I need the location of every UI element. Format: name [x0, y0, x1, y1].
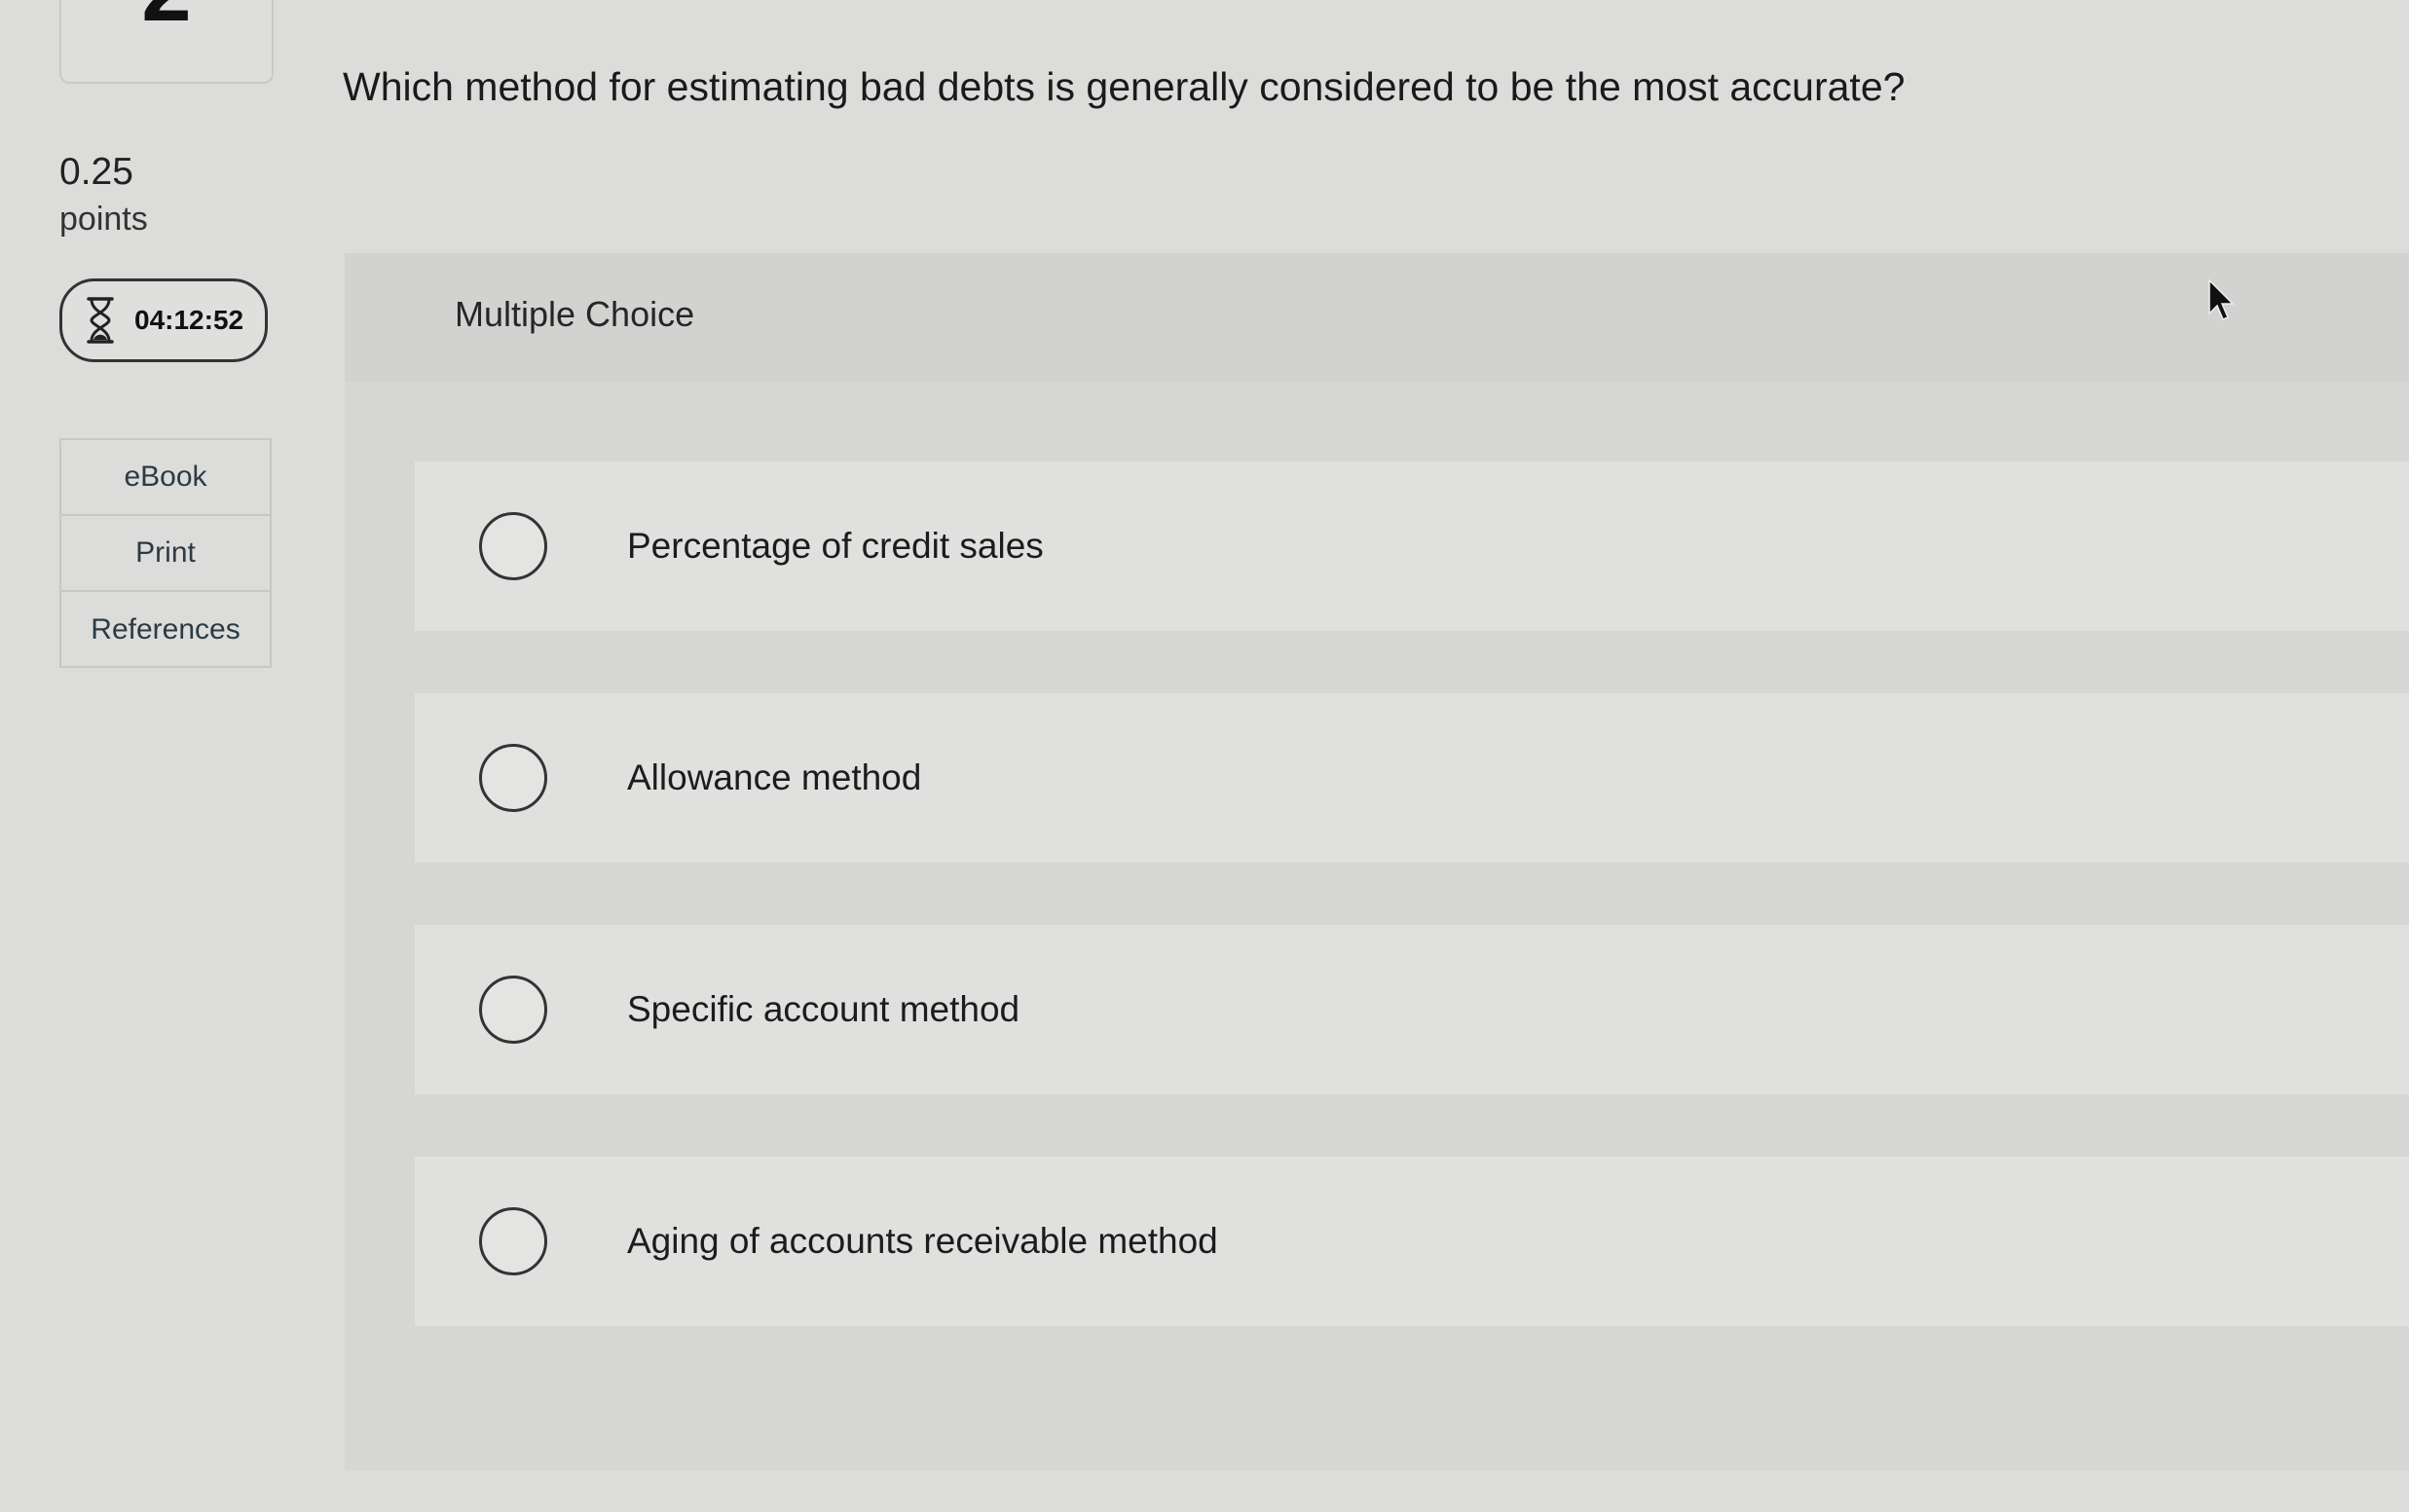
print-button[interactable]: Print	[61, 516, 270, 592]
points-label: points	[59, 201, 148, 238]
answer-panel-header: Multiple Choice	[345, 253, 2409, 382]
question-number: 2	[61, 0, 272, 35]
radio-button[interactable]	[479, 512, 547, 580]
answer-option-1[interactable]: Percentage of credit sales	[415, 461, 2409, 631]
references-button[interactable]: References	[61, 592, 270, 668]
question-type-label: Multiple Choice	[455, 294, 695, 334]
answer-panel: Multiple Choice Percentage of credit sal…	[345, 253, 2409, 1470]
hourglass-icon	[87, 297, 114, 344]
answer-option-2[interactable]: Allowance method	[415, 693, 2409, 863]
mouse-pointer-icon	[2208, 278, 2235, 320]
question-number-box: 2	[59, 0, 274, 84]
radio-button[interactable]	[479, 976, 547, 1044]
timer-text: 04:12:52	[134, 305, 244, 335]
radio-button[interactable]	[479, 744, 547, 812]
timer-badge[interactable]: 04:12:52	[59, 278, 268, 362]
points-value: 0.25	[59, 151, 133, 193]
answer-option-label[interactable]: Aging of accounts receivable method	[627, 1221, 1218, 1262]
radio-button[interactable]	[479, 1207, 547, 1275]
answer-option-3[interactable]: Specific account method	[415, 925, 2409, 1094]
answer-option-label[interactable]: Allowance method	[627, 757, 921, 798]
tools-menu: eBook Print References	[59, 438, 272, 668]
ebook-button[interactable]: eBook	[61, 440, 270, 516]
question-text: Which method for estimating bad debts is…	[343, 64, 1906, 109]
answer-option-4[interactable]: Aging of accounts receivable method	[415, 1157, 2409, 1326]
answer-option-label[interactable]: Percentage of credit sales	[627, 526, 1044, 567]
answer-options: Percentage of credit sales Allowance met…	[415, 461, 2409, 1388]
answer-option-label[interactable]: Specific account method	[627, 989, 1019, 1030]
